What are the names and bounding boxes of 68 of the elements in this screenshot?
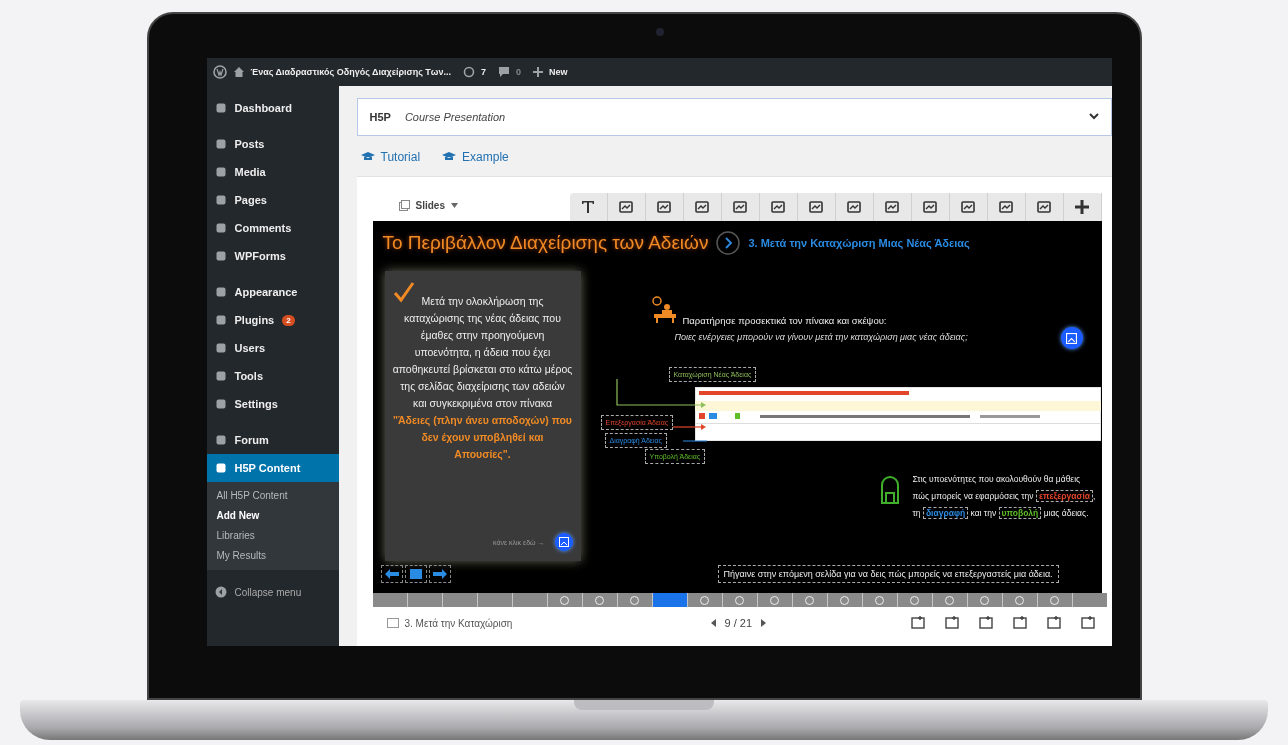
sidebar-item[interactable]: Comments [206,214,339,242]
slide-title: Το Περιβάλλον Διαχείρισης των Αδειών [382,232,709,254]
collapse-icon [214,586,227,598]
help-link[interactable]: Tutorial [360,150,421,164]
checkmark-icon [392,281,415,303]
update-count-badge: 2 [282,314,295,326]
sidebar-item[interactable]: Media [206,158,339,186]
arrow-right-icon [431,568,448,580]
comments-count[interactable]: 0 [516,67,521,77]
home-icon[interactable] [232,66,245,78]
sidebar-item[interactable]: Pages [206,186,339,214]
nav-button[interactable] [404,565,427,583]
table-name-text: "Άδειες (πλην άνευ αποδοχών) που δεν έχουν υποβληθεί και Απουσίες". [392,413,573,462]
submenu-item[interactable]: Libraries [206,526,339,546]
sidebar-item[interactable]: Dashboard [206,94,339,122]
progress-segment[interactable] [652,593,687,607]
text-tool-icon [580,199,596,215]
new-link[interactable]: New [549,67,568,77]
submenu-item[interactable]: My Results [206,546,339,566]
image-popup-button[interactable] [554,533,573,551]
sidebar-item[interactable]: H5P Content [206,454,339,482]
chevron-circle-icon [716,231,741,255]
person-at-desk-icon [650,295,677,323]
wordpress-logo-icon[interactable] [212,65,227,79]
image-popup-button[interactable] [1060,327,1083,349]
next-page-hint: Πήγαινε στην επόμενη σελίδα για να δεις πώς μπορείς να επεξεργαστείς μια άδεια. [717,565,1059,583]
caret-icon [450,203,458,208]
help-link[interactable]: Example [442,150,509,164]
nav-button[interactable] [380,565,403,583]
current-slide-title: 3. Μετά την Καταχώριση [404,617,514,629]
submenu-item[interactable]: Add New [206,506,339,526]
sidebar-item[interactable]: Settings [206,390,339,418]
submenu-item[interactable]: All H5P Content [206,486,339,506]
prompt-text: Παρατήρησε προσεκτικά τον πίνακα και σκέψου: [682,315,887,326]
chevron-down-icon [1088,113,1099,121]
previous-icon[interactable] [710,619,717,627]
slide-counter: 9 / 21 [724,617,753,629]
prompt-question: Ποιες ενέργειες μπορούν να γίνουν μετά την καταχώριση μιας νέας άδειας; [674,332,968,342]
refresh-icon[interactable] [462,66,475,78]
slide-subtitle: 3. Μετά την Καταχώριση Μιας Νέας Άδειας [748,237,970,249]
card-text: Μετά την ολοκλήρωση της καταχώρισης της νέας άδειας που έμαθες στην προηγούμενη υποενότητα, η άδεια που έχει αποθηκευτεί βρίσκεται στο κάτω μέρος της σελίδας διαχείρισης των αδειών και συγκεκριμένα στον πίνακα [392,294,573,411]
sidebar-item[interactable]: Tools [206,362,339,390]
camera-icon [655,28,664,36]
slides-icon [398,200,410,211]
content-type-selector[interactable]: H5P Course Presentation [356,98,1112,136]
image-icon [1066,332,1077,344]
sidebar-item[interactable]: Plugins 2 [206,306,339,334]
sidebar-item[interactable]: Forum [206,426,339,454]
plus-icon[interactable] [533,67,543,77]
graduation-cap-icon [360,152,375,162]
h5p-logo: H5P [369,111,391,123]
collapse-menu-button[interactable]: Collapse menu [206,578,339,606]
image-icon [656,199,672,215]
slides-dropdown[interactable]: Slides [372,200,538,221]
sidebar-item[interactable]: Users [206,334,339,362]
plus-icon [1074,199,1090,215]
site-title-link[interactable]: Ένας Διαδραστικός Οδηγός Διαχείρισης Των... [250,67,451,77]
nav-button[interactable] [428,565,451,583]
image-icon [558,537,569,547]
sidebar-item[interactable]: Posts [206,130,339,158]
sidebar-item[interactable]: WPForms [206,242,339,270]
sidebar-item[interactable]: Appearance [206,278,339,306]
slides-icon [386,618,399,628]
next-icon[interactable] [760,619,767,627]
arrow-left-icon [383,568,400,580]
progress-segment[interactable] [372,593,407,607]
updates-count[interactable]: 7 [480,67,486,77]
note-text: Στις υποενότητες που ακολουθούν θα μάθεις πώς μπορείς να εφαρμόσεις την επεξεργασία , τη διαγραφή και την υποβολή μιας άδειας. [912,473,1097,521]
